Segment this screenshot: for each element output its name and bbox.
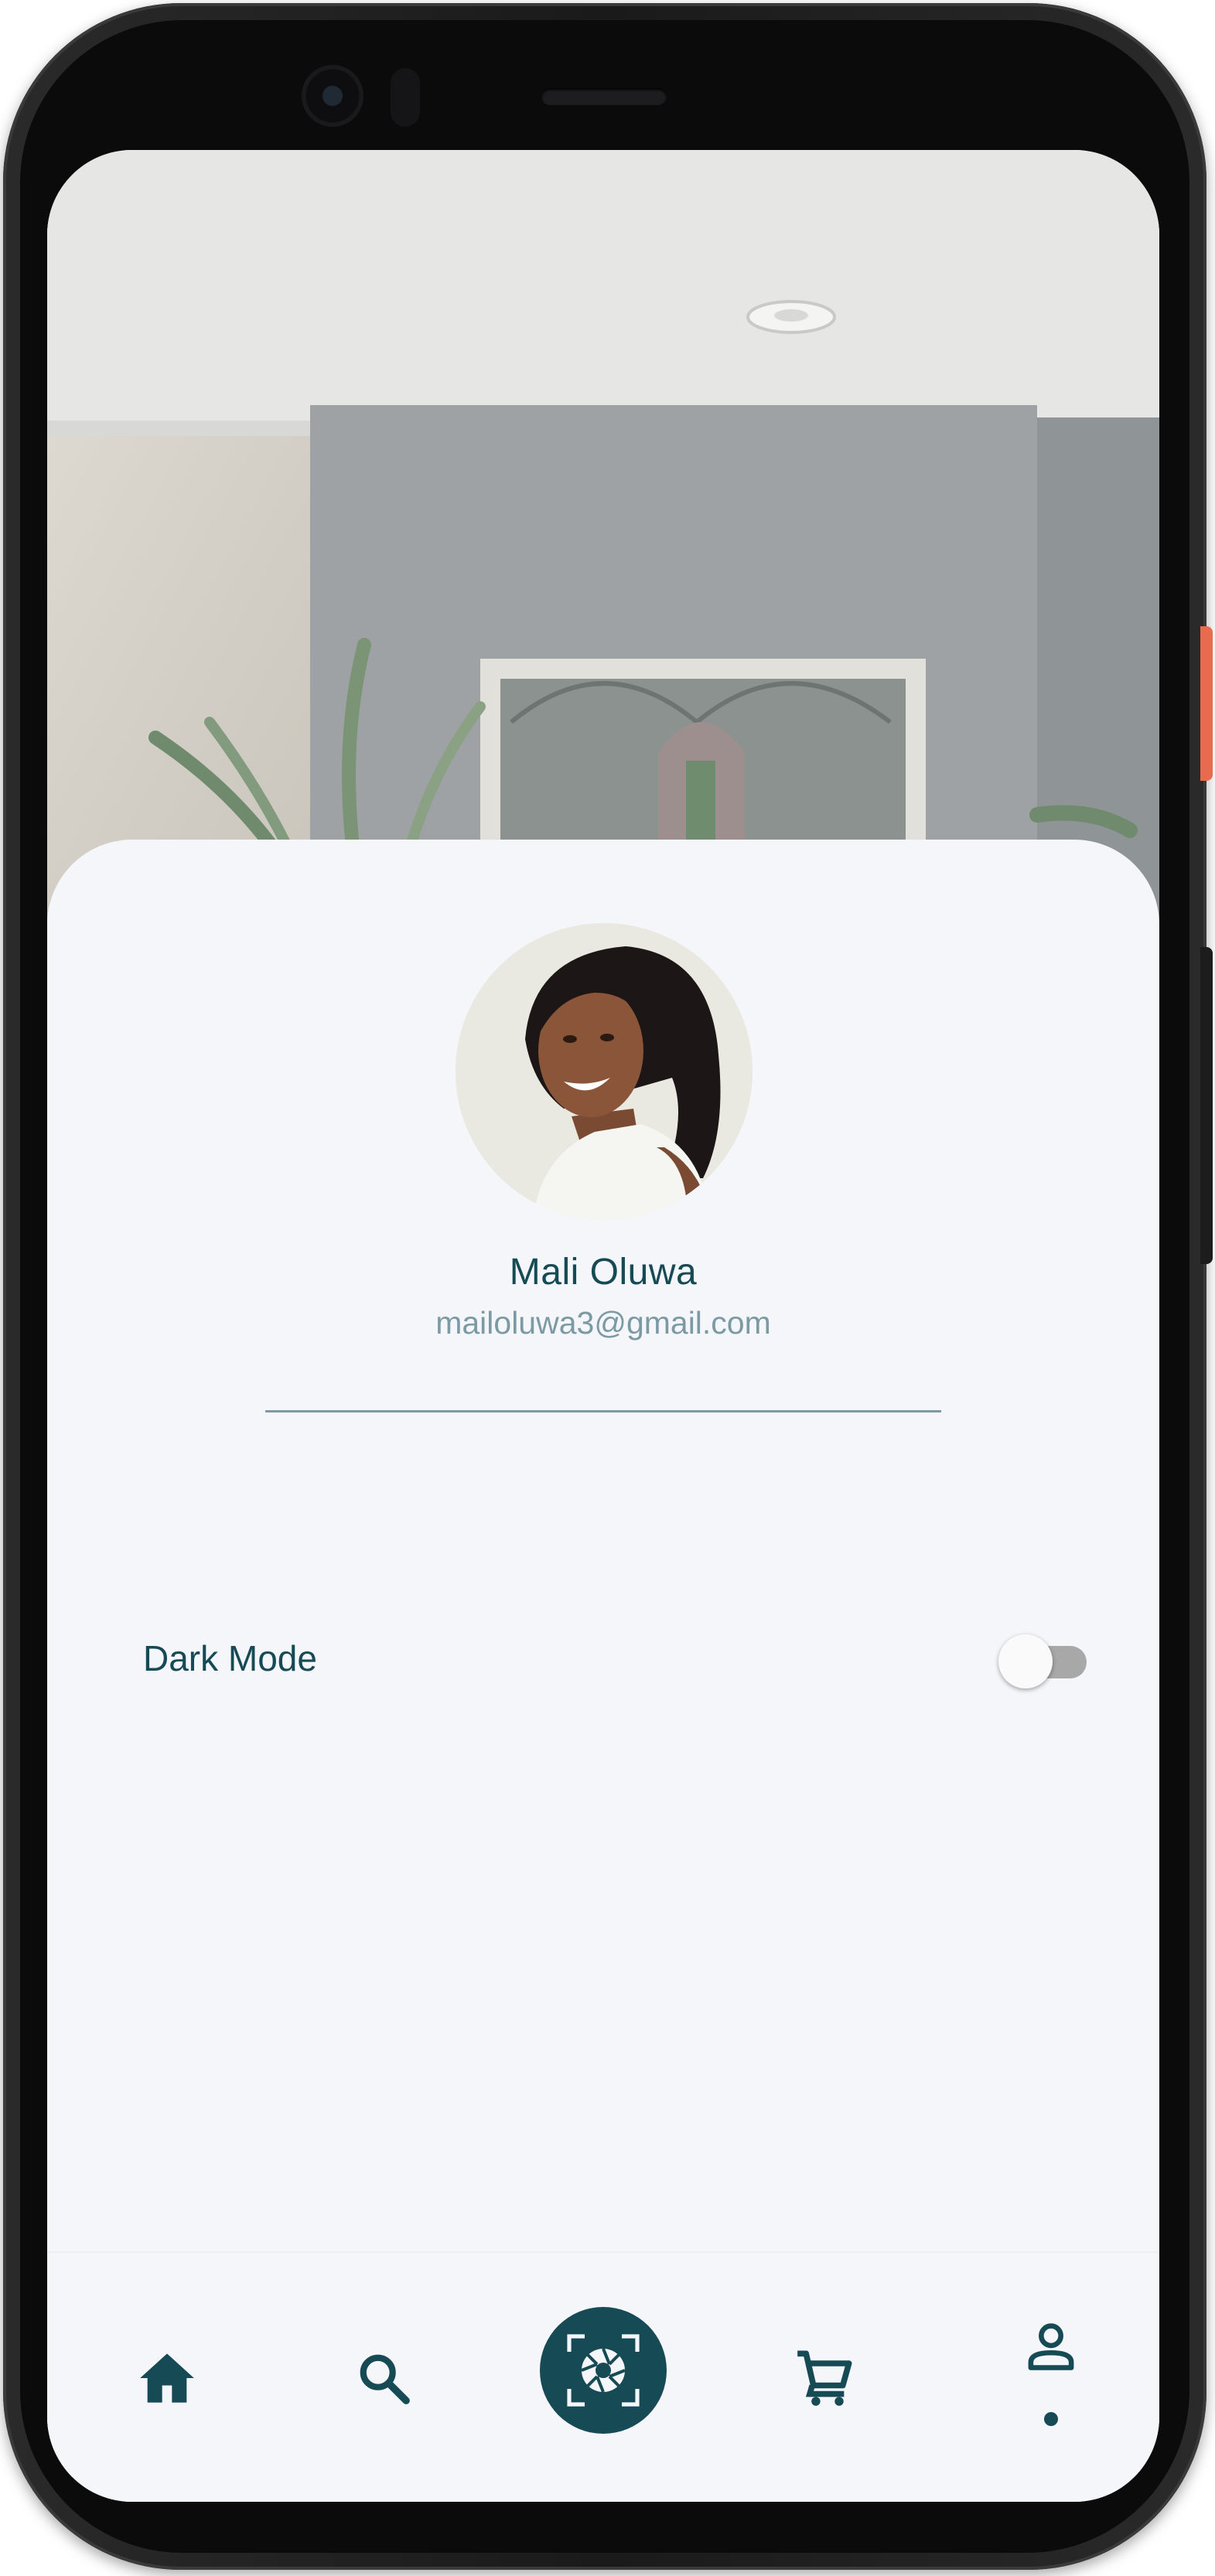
home-icon — [140, 2353, 194, 2403]
power-button — [1200, 626, 1213, 781]
active-tab-indicator — [1044, 2412, 1058, 2426]
camera-aperture-icon — [567, 2334, 640, 2407]
nav-cart-button[interactable] — [774, 2253, 875, 2502]
app-screen: Mali Oluwa mailoluwa3@gmail.com Dark Mod… — [47, 150, 1159, 2502]
dark-mode-label: Dark Mode — [143, 1638, 317, 1678]
profile-name: Mali Oluwa — [509, 1252, 698, 1293]
nav-profile-button[interactable] — [1001, 2253, 1101, 2502]
search-icon — [360, 2354, 410, 2404]
bottom-navigation-bar — [47, 2251, 1159, 2502]
nav-search-button[interactable] — [333, 2253, 434, 2502]
nav-home-button[interactable] — [117, 2253, 217, 2502]
profile-avatar[interactable] — [456, 923, 753, 1220]
profile-icon — [1028, 2323, 1074, 2370]
dark-mode-toggle[interactable] — [998, 1634, 1088, 1688]
cart-icon — [797, 2350, 852, 2406]
profile-email: mailoluwa3@gmail.com — [435, 1305, 771, 1341]
header-background-photo — [47, 150, 1159, 923]
earpiece-speaker — [541, 88, 667, 105]
front-camera — [302, 65, 363, 127]
nav-camera-button[interactable] — [540, 2307, 667, 2434]
section-divider — [265, 1410, 941, 1412]
dark-mode-setting-row: Dark Mode — [143, 1619, 1088, 1696]
volume-button — [1200, 947, 1213, 1264]
proximity-sensor — [391, 68, 420, 127]
avatar-photo — [456, 923, 753, 1220]
toggle-knob — [998, 1634, 1053, 1688]
